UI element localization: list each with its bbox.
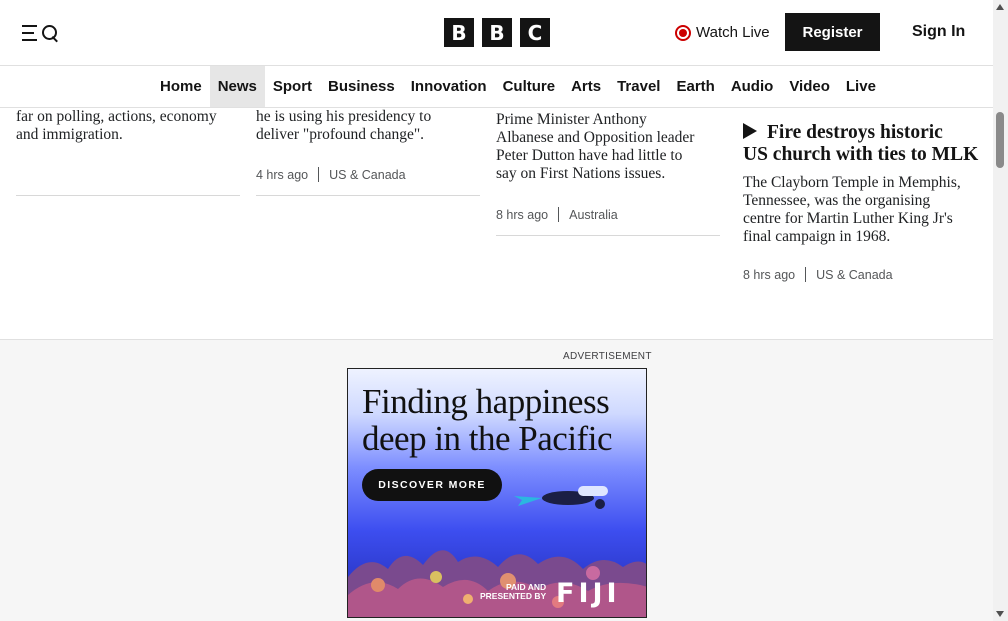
nav-item-culture[interactable]: Culture <box>495 66 564 107</box>
nav-item-travel[interactable]: Travel <box>609 66 668 107</box>
nav-item-video[interactable]: Video <box>781 66 838 107</box>
nav-item-innovation[interactable]: Innovation <box>403 66 495 107</box>
diver-image <box>514 486 608 509</box>
vertical-scrollbar[interactable] <box>993 0 1008 621</box>
watch-live-label: Watch Live <box>696 24 770 41</box>
article-headline[interactable]: Fire destroys historic US church with ti… <box>743 122 983 166</box>
menu-search-button[interactable] <box>22 22 62 44</box>
article-meta: 8 hrs ago US & Canada <box>743 267 893 282</box>
article-divider <box>496 235 720 236</box>
article-section-link[interactable]: US & Canada <box>816 268 892 282</box>
play-icon <box>743 123 757 139</box>
nav-item-arts[interactable]: Arts <box>563 66 609 107</box>
nav-item-live[interactable]: Live <box>838 66 884 107</box>
article-meta: 8 hrs ago Australia <box>496 207 618 222</box>
article-timestamp: 8 hrs ago <box>743 267 796 282</box>
article-card[interactable]: Prime Minister Anthony Albanese and Oppo… <box>496 111 720 183</box>
advertisement-label: ADVERTISEMENT <box>563 351 652 362</box>
ad-brand-logo: FIJI <box>556 578 621 609</box>
article-timestamp: 4 hrs ago <box>256 167 309 182</box>
nav-item-audio[interactable]: Audio <box>723 66 782 107</box>
article-summary: Prime Minister Anthony Albanese and Oppo… <box>496 111 695 182</box>
article-card[interactable]: far on polling, actions, economy and imm… <box>16 108 240 144</box>
article-summary: he is using his presidency to deliver "p… <box>256 108 432 143</box>
main-navigation: Home News Sport Business Innovation Cult… <box>0 66 993 108</box>
logo-block-1: B <box>444 18 474 47</box>
ad-headline: Finding happiness deep in the Pacific <box>362 382 612 458</box>
article-meta: 4 hrs ago US & Canada <box>256 167 406 182</box>
advertisement-section: ADVERTISEMENT Finding happiness deep in … <box>0 339 993 621</box>
nav-item-news[interactable]: News <box>209 66 265 107</box>
sign-in-link[interactable]: Sign In <box>912 23 965 41</box>
logo-block-3: C <box>520 18 550 47</box>
article-card[interactable]: Fire destroys historic US church with ti… <box>743 122 983 246</box>
nav-item-business[interactable]: Business <box>320 66 403 107</box>
search-icon <box>41 24 59 42</box>
nav-item-earth[interactable]: Earth <box>668 66 722 107</box>
article-summary: far on polling, actions, economy and imm… <box>16 108 217 143</box>
bbc-logo[interactable]: B B C <box>444 18 550 47</box>
article-section-link[interactable]: US & Canada <box>329 168 405 182</box>
live-indicator-icon <box>675 24 691 41</box>
article-summary: The Clayborn Temple in Memphis, Tennesse… <box>743 174 961 245</box>
menu-icon <box>22 25 37 41</box>
ad-sponsor-label: PAID AND PRESENTED BY <box>480 582 547 601</box>
article-divider <box>16 195 240 196</box>
article-timestamp: 8 hrs ago <box>496 207 549 222</box>
scrollbar-thumb[interactable] <box>996 112 1004 168</box>
nav-item-sport[interactable]: Sport <box>265 66 320 107</box>
site-header: B B C Watch Live Register Sign In <box>0 0 993 66</box>
watch-live-link[interactable]: Watch Live <box>675 24 770 41</box>
nav-item-home[interactable]: Home <box>152 66 210 107</box>
scroll-down-arrow-icon[interactable] <box>996 611 1004 617</box>
scroll-up-arrow-icon[interactable] <box>996 4 1004 10</box>
advertisement-banner[interactable]: Finding happiness deep in the Pacific DI… <box>347 368 647 618</box>
logo-block-2: B <box>482 18 512 47</box>
register-button[interactable]: Register <box>785 13 880 51</box>
discover-more-button[interactable]: DISCOVER MORE <box>362 469 502 501</box>
article-card[interactable]: he is using his presidency to deliver "p… <box>256 108 480 144</box>
article-divider <box>256 195 480 196</box>
article-section-link[interactable]: Australia <box>569 208 618 222</box>
